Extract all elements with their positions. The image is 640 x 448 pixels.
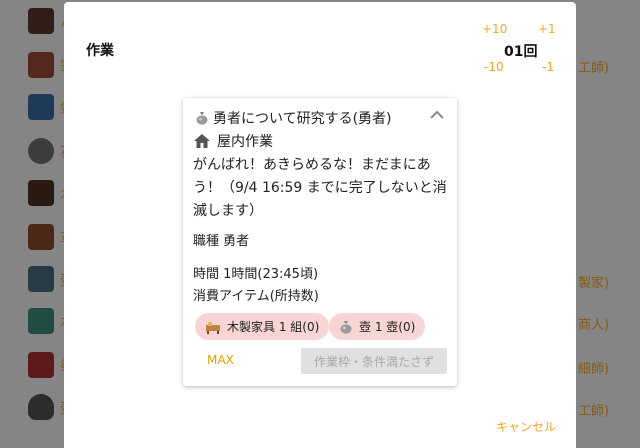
minus-1-button[interactable]: -1 (542, 60, 554, 74)
task-location: 屋内作業 (193, 131, 273, 151)
location-label: 屋内作業 (217, 134, 273, 150)
furniture-icon (206, 321, 220, 334)
work-dialog: 作業 +10 +1 01回 -10 -1 勇者について研究する(勇者) 屋内作業 (64, 2, 576, 448)
consume-item-chip[interactable]: 壺 1 壺(0) (329, 313, 426, 340)
plus-1-button[interactable]: +1 (538, 22, 556, 36)
chevron-up-icon[interactable] (429, 108, 445, 122)
minus-10-button[interactable]: -10 (484, 60, 504, 74)
task-card: 勇者について研究する(勇者) 屋内作業 がんばれ！あきらめるな！まだまにあう！（… (183, 98, 457, 386)
job-type: 職種 勇者 (193, 234, 250, 249)
bag-icon (340, 320, 352, 334)
task-title: 勇者について研究する(勇者) (213, 111, 392, 127)
task-time: 時間 1時間(23:45頃) (193, 267, 319, 282)
cancel-button[interactable]: キャンセル (496, 418, 556, 435)
dialog-title: 作業 (86, 43, 114, 59)
house-icon (194, 134, 210, 148)
consume-item-chip[interactable]: 木製家具 1 組(0) (195, 313, 330, 340)
task-description: がんばれ！あきらめるな！まだまにあう！（9/4 16:59 までに完了しないと消… (193, 157, 447, 219)
max-button[interactable]: MAX (207, 353, 234, 367)
bag-icon (196, 112, 208, 125)
task-card-header[interactable]: 勇者について研究する(勇者) (195, 108, 392, 128)
consume-item-label: 木製家具 1 組(0) (227, 320, 320, 334)
consume-label: 消費アイテム(所持数) (193, 289, 319, 304)
start-work-button[interactable]: 作業枠・条件満たさず (301, 348, 447, 374)
plus-10-button[interactable]: +10 (482, 22, 507, 36)
count-stepper: +10 +1 01回 -10 -1 (480, 22, 556, 78)
consume-item-label: 壺 1 壺(0) (359, 320, 416, 334)
count-value: 01回 (504, 44, 538, 60)
